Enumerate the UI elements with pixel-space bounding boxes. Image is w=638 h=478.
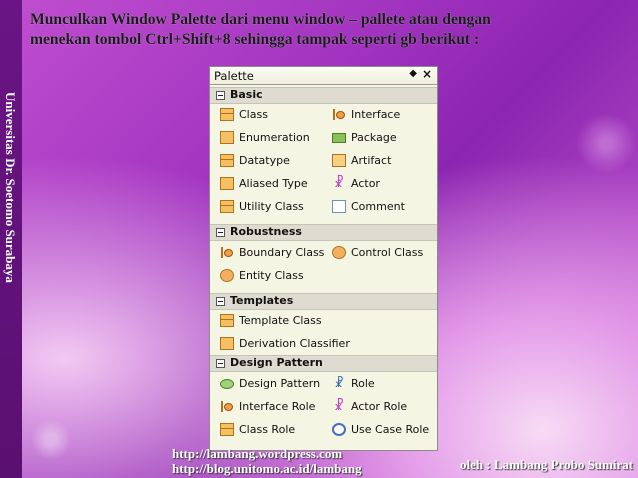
control-class-icon: [332, 246, 346, 259]
robustness-grid: Boundary Class Control Class Entity Clas…: [210, 241, 437, 293]
footer-links: http://lambang.wordpress.com http://blog…: [172, 446, 362, 476]
palette-titlebar: Palette ◆ ×: [210, 67, 437, 85]
section-label: Basic: [230, 88, 263, 101]
collapse-icon[interactable]: [216, 91, 225, 100]
role-icon: ☧: [334, 376, 344, 390]
instruction-text: Munculkan Window Palette dari menu windo…: [30, 10, 628, 50]
section-robustness[interactable]: Robustness: [210, 224, 437, 241]
basic-grid: Class Interface Enumeration Package Data…: [210, 104, 437, 224]
design-pattern-grid: Design Pattern ☧ Role Interface Role ☧ Act…: [210, 372, 437, 447]
close-icon[interactable]: ×: [422, 67, 432, 81]
section-templates[interactable]: Templates: [210, 293, 437, 310]
instruction-line-2: menekan tombol Ctrl+Shift+8 sehingga tam…: [30, 31, 480, 48]
interface-role-icon: [220, 400, 234, 413]
template-class-icon: [220, 314, 234, 327]
actor-role-icon: ☧: [333, 399, 345, 414]
university-name: Universitas Dr. Soetomo Surabaya: [3, 92, 18, 283]
section-label: Templates: [230, 294, 294, 307]
use-case-role-icon: [332, 423, 346, 436]
enumeration-icon: [220, 131, 234, 144]
section-label: Design Pattern: [230, 356, 323, 369]
utility-class-icon: [220, 200, 234, 213]
section-design-pattern[interactable]: Design Pattern: [210, 355, 437, 372]
comment-icon: [332, 200, 346, 213]
class-icon: [220, 108, 234, 121]
entity-class-icon: [220, 269, 234, 282]
collapse-icon[interactable]: [216, 359, 225, 368]
section-label: Robustness: [230, 225, 302, 238]
blog-link-1[interactable]: http://lambang.wordpress.com: [172, 446, 362, 461]
collapse-icon[interactable]: [216, 297, 225, 306]
interface-icon: [332, 108, 346, 121]
instruction-line-1: Munculkan Window Palette dari menu windo…: [30, 11, 491, 28]
blog-link-2[interactable]: http://blog.unitomo.ac.id/lambang: [172, 461, 362, 476]
collapse-icon[interactable]: [216, 228, 225, 237]
derivation-classifier-icon: [220, 337, 234, 350]
section-basic[interactable]: Basic: [210, 87, 437, 104]
class-role-icon: [220, 423, 234, 436]
datatype-icon: [220, 154, 234, 167]
aliased-type-icon: [220, 177, 234, 190]
package-icon: [332, 133, 346, 143]
artifact-icon: [332, 154, 346, 167]
pin-icon[interactable]: ◆: [409, 68, 417, 79]
palette-window: Palette ◆ × Basic Class Interface Enumer…: [209, 66, 438, 451]
palette-title: Palette: [214, 69, 254, 83]
side-banner: Universitas Dr. Soetomo Surabaya: [0, 0, 22, 478]
boundary-class-icon: [220, 246, 234, 259]
templates-grid: Template Class Derivation Classifier: [210, 310, 437, 355]
author-credit: oleh : Lambang Probo Sumirat: [460, 457, 634, 472]
design-pattern-icon: [220, 379, 234, 389]
actor-icon: ☧: [333, 176, 345, 191]
